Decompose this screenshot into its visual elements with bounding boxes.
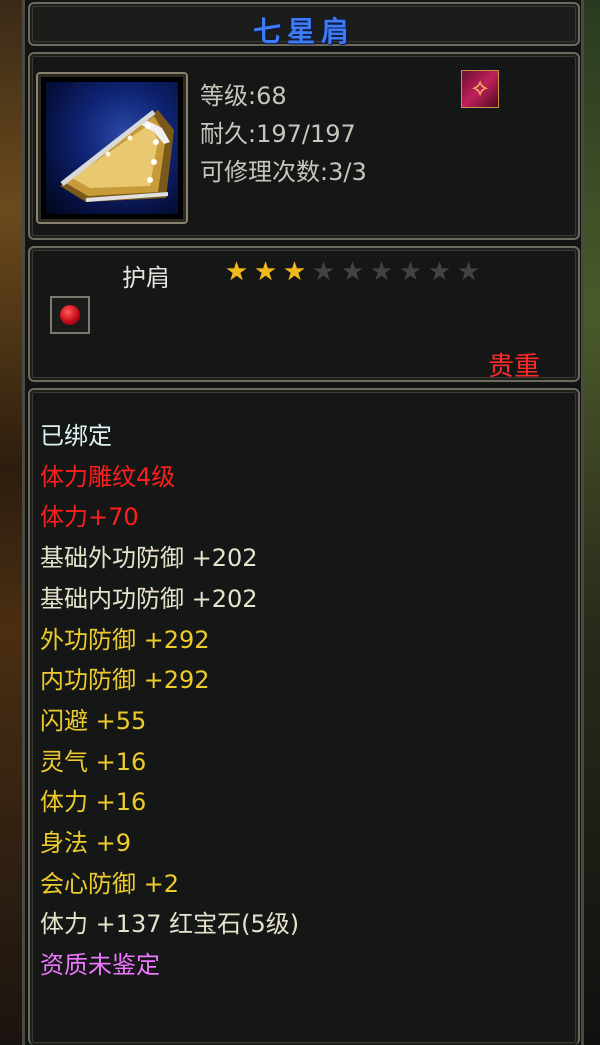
attribute-line: 内功防御 +292 bbox=[40, 666, 210, 695]
attribute-line: 体力 +16 bbox=[40, 788, 147, 817]
star-empty-icon: ★ bbox=[369, 257, 394, 287]
star-filled-icon: ★ bbox=[282, 257, 307, 287]
attribute-line: 资质未鉴定 bbox=[40, 951, 160, 980]
background-scene-right bbox=[582, 0, 600, 1045]
item-rarity: 贵重 bbox=[488, 352, 541, 382]
title-bar: 七星肩 bbox=[28, 2, 580, 48]
item-name: 七星肩 bbox=[252, 15, 355, 48]
background-scene-left bbox=[0, 0, 24, 1045]
star-empty-icon: ★ bbox=[398, 257, 423, 287]
item-repair-count: 可修理次数:3/3 bbox=[200, 158, 367, 186]
star-rating: ★ ★ ★ ★ ★ ★ ★ ★ ★ bbox=[224, 258, 481, 286]
attribute-line: 体力 +137 红宝石(5级) bbox=[40, 910, 300, 939]
attribute-line: 基础内功防御 +202 bbox=[40, 584, 258, 613]
attribute-line: 体力雕纹4级 bbox=[40, 462, 176, 491]
star-empty-icon: ★ bbox=[311, 257, 336, 287]
attribute-line: 闪避 +55 bbox=[40, 706, 147, 735]
item-quality-badge-icon: ✧ bbox=[461, 70, 499, 108]
attribute-line: 体力+70 bbox=[40, 503, 139, 532]
star-filled-icon: ★ bbox=[253, 257, 278, 287]
item-durability: 耐久:197/197 bbox=[200, 120, 356, 148]
item-type: 护肩 bbox=[122, 264, 170, 292]
shoulder-armor-icon bbox=[46, 82, 178, 214]
star-empty-icon: ★ bbox=[340, 257, 365, 287]
attribute-line: 已绑定 bbox=[40, 422, 112, 450]
attribute-line: 外功防御 +292 bbox=[40, 625, 210, 654]
attribute-line: 灵气 +16 bbox=[40, 747, 147, 776]
star-empty-icon: ★ bbox=[456, 257, 481, 287]
star-empty-icon: ★ bbox=[427, 257, 452, 287]
attribute-line: 会心防御 +2 bbox=[40, 869, 180, 898]
gem-socket bbox=[50, 296, 90, 334]
item-level: 等级:68 bbox=[200, 82, 287, 110]
attribute-line: 身法 +9 bbox=[40, 829, 132, 857]
item-icon-frame bbox=[36, 72, 188, 224]
ruby-gem-icon bbox=[60, 305, 80, 325]
attribute-line: 基础外功防御 +202 bbox=[40, 544, 258, 573]
star-filled-icon: ★ bbox=[224, 257, 249, 287]
